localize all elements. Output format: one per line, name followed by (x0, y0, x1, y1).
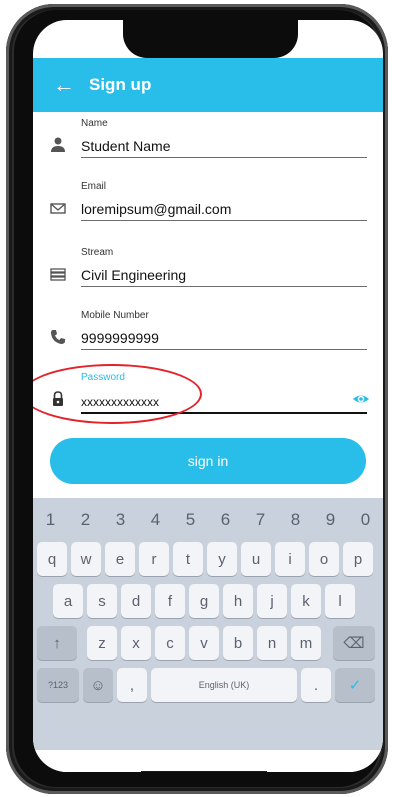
key-o[interactable]: o (309, 542, 339, 576)
key-g[interactable]: g (189, 584, 219, 618)
key-i[interactable]: i (275, 542, 305, 576)
symbols-key[interactable]: ?123 (37, 668, 79, 702)
key-j[interactable]: j (257, 584, 287, 618)
eye-icon[interactable] (352, 390, 370, 408)
key-2[interactable]: 2 (81, 510, 90, 530)
key-k[interactable]: k (291, 584, 321, 618)
key-m[interactable]: m (291, 626, 321, 660)
emoji-key[interactable]: ☺ (83, 668, 113, 702)
stream-underline (81, 286, 367, 287)
key-l[interactable]: l (325, 584, 355, 618)
key-z[interactable]: z (87, 626, 117, 660)
page-title: Sign up (89, 75, 152, 94)
sign-in-button[interactable]: sign in (50, 438, 366, 484)
enter-key[interactable]: ✓ (335, 668, 375, 702)
phone-screen: ← Sign up Name Student Name Email loremi… (33, 20, 383, 772)
key-7[interactable]: 7 (256, 510, 265, 530)
key-n[interactable]: n (257, 626, 287, 660)
key-3[interactable]: 3 (116, 510, 125, 530)
mobile-label: Mobile Number (81, 310, 149, 321)
email-label: Email (81, 181, 107, 192)
mail-icon (50, 203, 66, 214)
keyboard-row-1: q w e r t y u i o p (33, 542, 383, 576)
key-f[interactable]: f (155, 584, 185, 618)
key-w[interactable]: w (71, 542, 101, 576)
comma-key[interactable]: , (117, 668, 147, 702)
key-8[interactable]: 8 (291, 510, 300, 530)
home-indicator[interactable] (141, 771, 267, 772)
email-underline (81, 220, 367, 221)
key-b[interactable]: b (223, 626, 253, 660)
arrow-left-icon[interactable]: ← (53, 74, 75, 96)
key-4[interactable]: 4 (151, 510, 160, 530)
on-screen-keyboard: 1 2 3 4 5 6 7 8 9 0 q w e r t y u i o p … (33, 498, 383, 750)
keyboard-row-4: ?123 ☺ , English (UK) . ✓ (33, 668, 383, 702)
key-s[interactable]: s (87, 584, 117, 618)
name-underline (81, 157, 367, 158)
key-e[interactable]: e (105, 542, 135, 576)
key-1[interactable]: 1 (46, 510, 55, 530)
keyboard-number-row: 1 2 3 4 5 6 7 8 9 0 (33, 506, 383, 534)
key-t[interactable]: t (173, 542, 203, 576)
keyboard-row-3: ↑ z x c v b n m ⌫ (33, 626, 383, 660)
password-annotation-circle (33, 364, 202, 424)
key-r[interactable]: r (139, 542, 169, 576)
stream-input[interactable]: Civil Engineering (81, 267, 186, 283)
key-y[interactable]: y (207, 542, 237, 576)
person-icon (51, 137, 65, 152)
key-5[interactable]: 5 (186, 510, 195, 530)
key-c[interactable]: c (155, 626, 185, 660)
key-h[interactable]: h (223, 584, 253, 618)
key-9[interactable]: 9 (326, 510, 335, 530)
period-key[interactable]: . (301, 668, 331, 702)
space-key[interactable]: English (UK) (151, 668, 297, 702)
key-q[interactable]: q (37, 542, 67, 576)
key-u[interactable]: u (241, 542, 271, 576)
key-d[interactable]: d (121, 584, 151, 618)
key-x[interactable]: x (121, 626, 151, 660)
notch (123, 20, 298, 58)
key-6[interactable]: 6 (221, 510, 230, 530)
mobile-underline (81, 349, 367, 350)
key-a[interactable]: a (53, 584, 83, 618)
stream-label: Stream (81, 247, 114, 258)
key-0[interactable]: 0 (361, 510, 370, 530)
shift-key[interactable]: ↑ (37, 626, 77, 660)
home-area (33, 750, 383, 772)
backspace-key[interactable]: ⌫ (333, 626, 375, 660)
app-bar: ← Sign up (33, 58, 383, 112)
name-label: Name (81, 118, 108, 129)
mobile-input[interactable]: 9999999999 (81, 330, 159, 346)
books-icon (50, 268, 66, 281)
key-p[interactable]: p (343, 542, 373, 576)
phone-icon (51, 330, 65, 344)
email-input[interactable]: loremipsum@gmail.com (81, 201, 231, 217)
keyboard-row-2: a s d f g h j k l (33, 584, 383, 618)
key-v[interactable]: v (189, 626, 219, 660)
name-input[interactable]: Student Name (81, 138, 171, 154)
